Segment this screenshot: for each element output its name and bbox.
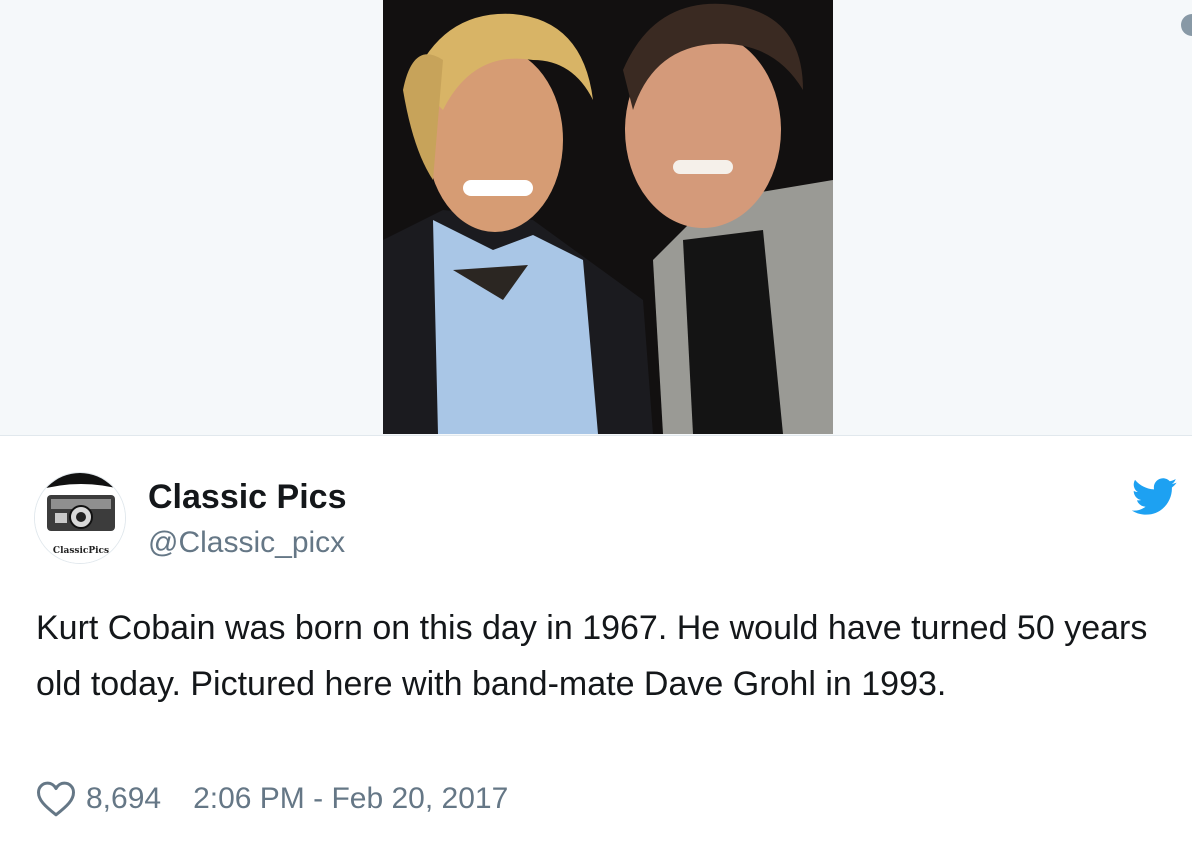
avatar-logo-text: ClassicPics <box>53 546 109 556</box>
tweet-footer: 8,694 2:06 PM - Feb 20, 2017 <box>36 778 508 820</box>
scroll-indicator <box>1181 14 1192 36</box>
heart-icon[interactable] <box>36 780 76 818</box>
media-container <box>0 0 1192 436</box>
user-handle[interactable]: @Classic_picx <box>148 524 345 562</box>
twitter-bird-icon[interactable] <box>1132 478 1178 516</box>
avatar[interactable]: ClassicPics <box>34 472 126 564</box>
display-name[interactable]: Classic Pics <box>148 477 346 517</box>
like-count[interactable]: 8,694 <box>86 782 161 816</box>
tweet-timestamp[interactable]: 2:06 PM - Feb 20, 2017 <box>193 782 508 816</box>
tweet-text: Kurt Cobain was born on this day in 1967… <box>36 609 1148 703</box>
tweet-photo[interactable] <box>383 0 833 434</box>
